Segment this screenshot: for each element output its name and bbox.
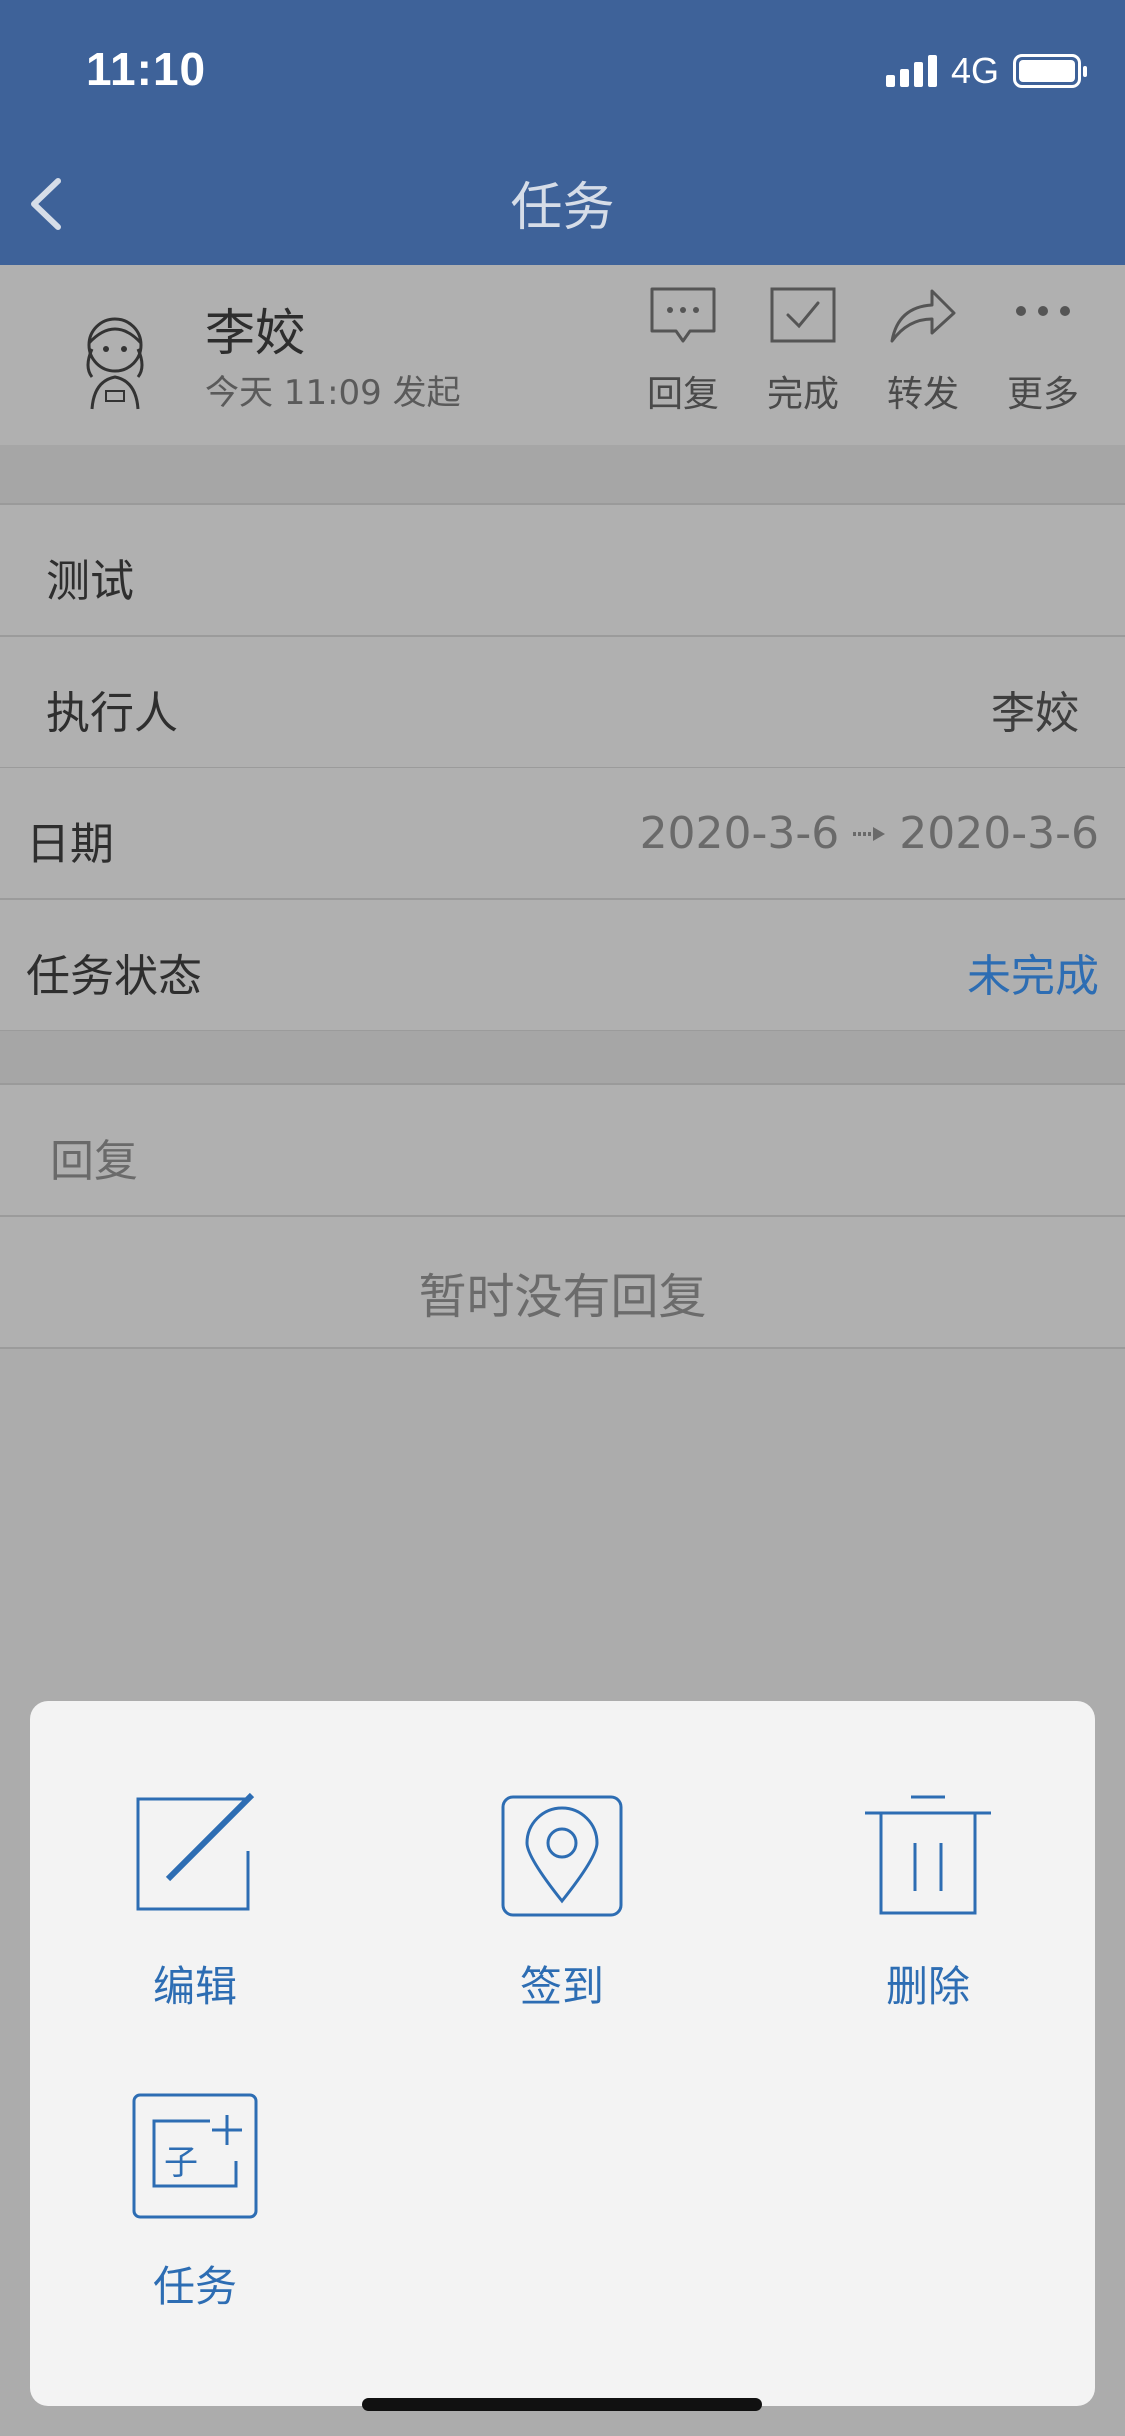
reply-button[interactable]: 回复 — [623, 285, 743, 417]
complete-label: 完成 — [766, 374, 839, 415]
section-divider — [0, 445, 1125, 505]
forward-label: 转发 — [886, 374, 959, 415]
date-label: 日期 — [26, 819, 114, 870]
task-header: 李姣 今天 11:09 发起 回复 完成 转发 更多 — [0, 265, 1125, 445]
arrow-right-icon — [853, 826, 886, 841]
status-label: 任务状态 — [26, 951, 202, 1002]
date-range: 2020-3-6 2020-3-6 — [640, 808, 1099, 859]
page-title: 任务 — [510, 178, 615, 238]
complete-button[interactable]: 完成 — [743, 285, 863, 417]
assignee-value: 李姣 — [991, 688, 1079, 739]
delete-button[interactable]: 删除 — [828, 1791, 1028, 2014]
edit-button[interactable]: 编辑 — [95, 1791, 295, 2014]
network-type: 4G — [950, 50, 999, 91]
delete-label: 删除 — [885, 1962, 970, 2011]
battery-icon — [1013, 54, 1087, 88]
avatar[interactable] — [70, 305, 160, 415]
chat-bubble-icon — [650, 287, 716, 343]
assignee-label: 执行人 — [46, 688, 178, 739]
replies-label: 回复 — [50, 1136, 138, 1187]
navigation-bar: 任务 — [0, 135, 1125, 265]
subtask-label: 任务 — [152, 2262, 237, 2311]
checkbox-icon — [770, 287, 836, 343]
replies-empty-text: 暂时没有回复 — [418, 1269, 707, 1325]
status-indicators: 4G — [885, 50, 1087, 92]
status-time: 11:10 — [86, 43, 207, 95]
status-row[interactable]: 任务状态 未完成 — [0, 900, 1125, 1032]
author-name: 李姣 — [205, 304, 305, 362]
reply-label: 回复 — [646, 374, 719, 415]
signal-icon — [885, 55, 937, 87]
replies-header: 回复 — [0, 1085, 1125, 1217]
more-button[interactable]: 更多 — [983, 285, 1103, 417]
task-title-row: 测试 — [0, 505, 1125, 637]
location-pin-icon — [501, 1795, 623, 1917]
date-start: 2020-3-6 — [639, 808, 840, 859]
home-indicator[interactable] — [362, 2398, 762, 2411]
status-value: 未完成 — [967, 951, 1099, 1002]
more-icon — [1016, 306, 1070, 316]
header-actions: 回复 完成 转发 更多 — [623, 285, 1103, 417]
date-end: 2020-3-6 — [899, 808, 1099, 859]
forward-button[interactable]: 转发 — [863, 285, 983, 417]
checkin-button[interactable]: 签到 — [462, 1791, 662, 2014]
subtask-icon-text: 子 — [164, 2143, 198, 2183]
more-label: 更多 — [1006, 374, 1079, 415]
checkin-label: 签到 — [519, 1962, 604, 2011]
task-title: 测试 — [46, 556, 134, 607]
edit-label: 编辑 — [152, 1962, 237, 2011]
trash-icon — [865, 1795, 991, 1915]
action-sheet: 编辑 签到 删除 子 任务 — [30, 1701, 1095, 2406]
replies-empty-row: 暂时没有回复 — [0, 1217, 1125, 1349]
subtask-add-icon: 子 — [132, 2093, 258, 2219]
assignee-row[interactable]: 执行人 李姣 — [0, 637, 1125, 769]
subtask-button[interactable]: 子 任务 — [95, 2091, 295, 2314]
section-divider — [0, 1031, 1125, 1085]
date-row[interactable]: 日期 2020-3-6 2020-3-6 — [0, 768, 1125, 900]
created-time: 今天 11:09 发起 — [205, 373, 461, 413]
edit-icon — [136, 1792, 255, 1911]
status-bar: 11:10 4G — [0, 0, 1125, 135]
forward-icon — [890, 289, 956, 343]
